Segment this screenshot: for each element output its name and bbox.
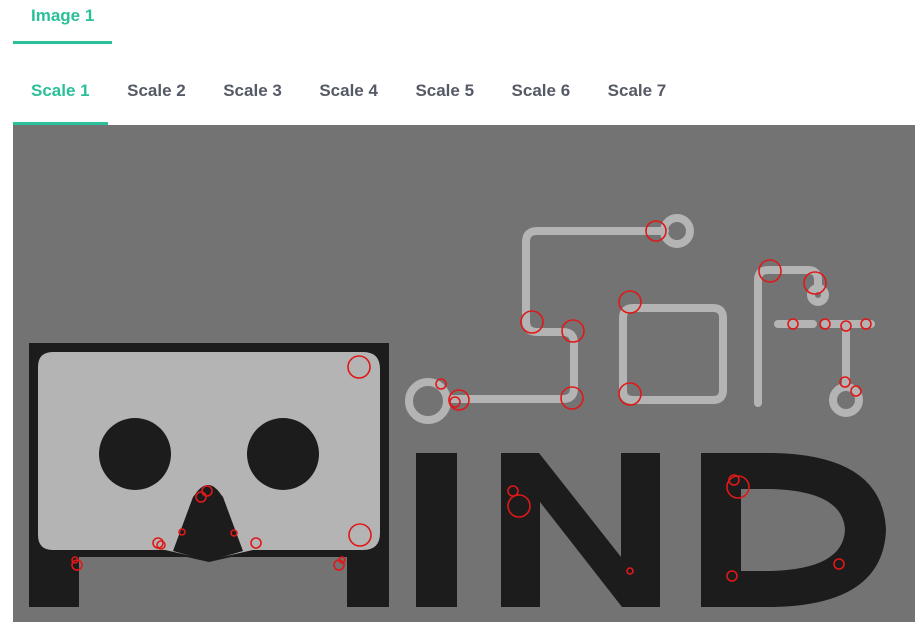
- tab-scale-6-label: Scale 6: [511, 81, 571, 100]
- tab-scale-7[interactable]: Scale 7: [590, 57, 685, 125]
- keypoint-image-view: [13, 125, 915, 622]
- tab-scale-7-label: Scale 7: [607, 81, 667, 100]
- image-tab-bar: Image 1: [13, 0, 113, 57]
- tab-scale-1-label: Scale 1: [31, 81, 90, 100]
- tab-scale-3-label: Scale 3: [223, 81, 282, 100]
- letter-n: [501, 453, 660, 607]
- letter-d: [701, 453, 886, 607]
- tab-scale-5-label: Scale 5: [415, 81, 475, 100]
- tab-scale-2-label: Scale 2: [127, 81, 186, 100]
- tab-image-1-label: Image 1: [31, 5, 95, 25]
- tab-scale-5[interactable]: Scale 5: [397, 57, 492, 125]
- softmind-logo-image: [29, 214, 886, 617]
- vr-headset-logo: [29, 343, 389, 617]
- tab-scale-6[interactable]: Scale 6: [494, 57, 589, 125]
- tab-scale-3[interactable]: Scale 3: [205, 57, 300, 125]
- letter-i: [416, 453, 457, 607]
- tab-scale-4[interactable]: Scale 4: [301, 57, 396, 125]
- tab-image-1[interactable]: Image 1: [13, 0, 113, 44]
- scale-tab-bar: Scale 1 Scale 2 Scale 3 Scale 4 Scale 5 …: [13, 57, 686, 125]
- tab-scale-2[interactable]: Scale 2: [109, 57, 204, 125]
- tab-scale-1[interactable]: Scale 1: [13, 57, 108, 125]
- tab-scale-4-label: Scale 4: [319, 81, 378, 100]
